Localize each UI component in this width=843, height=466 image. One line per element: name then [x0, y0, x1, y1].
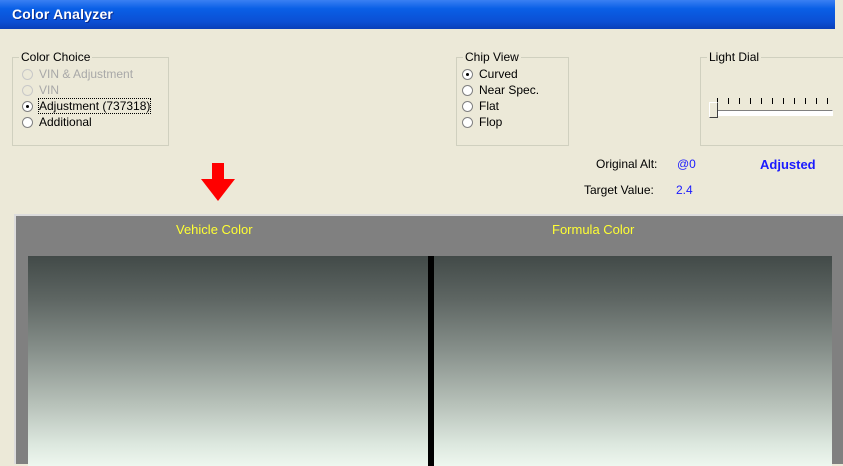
- color-choice-legend: Color Choice: [21, 50, 91, 64]
- light-dial-track[interactable]: [713, 110, 833, 116]
- radio-icon: [462, 116, 473, 128]
- title-bar-edge: [835, 0, 843, 29]
- chip-view-group: Chip View: [456, 50, 569, 146]
- light-dial-legend: Light Dial: [709, 50, 760, 64]
- radio-icon: [22, 68, 33, 80]
- radio-label: Flop: [479, 115, 503, 129]
- radio-icon: [22, 84, 33, 96]
- radio-checked-icon: [22, 100, 33, 112]
- chip-view-near-spec[interactable]: Near Spec.: [462, 83, 539, 97]
- radio-label: Curved: [479, 67, 518, 81]
- slider-ticks: [717, 98, 835, 104]
- chip-view-legend: Chip View: [465, 50, 519, 64]
- radio-icon: [462, 84, 473, 96]
- color-choice-additional[interactable]: Additional: [22, 115, 92, 129]
- title-bar[interactable]: Color Analyzer: [0, 0, 843, 29]
- original-alt-label: Original Alt:: [596, 157, 658, 171]
- radio-icon: [462, 100, 473, 112]
- target-value: 2.4: [676, 183, 693, 197]
- light-dial-thumb[interactable]: [709, 102, 718, 118]
- original-alt-value: @0: [677, 157, 696, 171]
- radio-label: Flat: [479, 99, 500, 113]
- radio-label: VIN: [39, 83, 60, 97]
- formula-color-chip: [434, 256, 832, 466]
- radio-label: Near Spec.: [479, 83, 540, 97]
- color-choice-vin-adjustment[interactable]: VIN & Adjustment: [22, 67, 133, 81]
- chip-view-curved[interactable]: Curved: [462, 67, 518, 81]
- radio-icon: [22, 116, 33, 128]
- color-choice-adjustment[interactable]: Adjustment (737318): [22, 98, 152, 114]
- status-adjusted: Adjusted: [760, 157, 816, 172]
- target-value-label: Target Value:: [584, 183, 654, 197]
- formula-color-title: Formula Color: [552, 222, 635, 237]
- light-dial-group: Light Dial: [700, 50, 843, 146]
- window-title: Color Analyzer: [12, 6, 114, 22]
- color-compare-panel: Vehicle Color Formula Color: [14, 214, 843, 466]
- color-choice-group: Color Choice: [12, 50, 169, 146]
- color-choice-vin[interactable]: VIN: [22, 83, 59, 97]
- vehicle-color-title: Vehicle Color: [176, 222, 253, 237]
- radio-label: VIN & Adjustment: [39, 67, 134, 81]
- radio-checked-icon: [462, 68, 473, 80]
- down-arrow-icon: [201, 163, 235, 201]
- chip-view-flop[interactable]: Flop: [462, 115, 502, 129]
- vehicle-color-chip: [28, 256, 428, 466]
- radio-label: Adjustment (737318): [37, 98, 152, 114]
- radio-label: Additional: [39, 115, 92, 129]
- chip-view-flat[interactable]: Flat: [462, 99, 499, 113]
